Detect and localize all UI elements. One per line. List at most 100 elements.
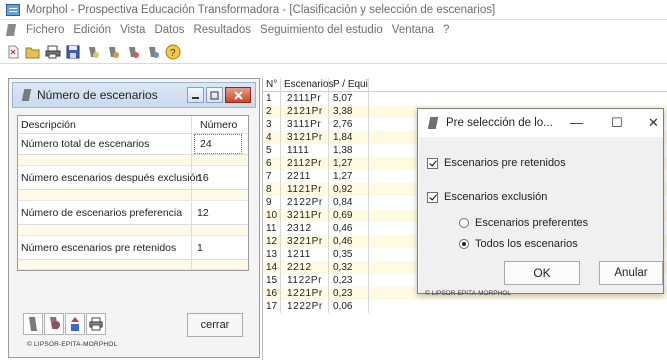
row-number: 6 bbox=[263, 157, 281, 170]
dialog-minimize-button[interactable]: — bbox=[570, 115, 583, 130]
row-number: 2 bbox=[263, 105, 281, 118]
radio-todos[interactable]: Todos los escenarios bbox=[459, 238, 578, 250]
menu-help[interactable]: ? bbox=[443, 24, 449, 36]
row-number: 15 bbox=[263, 274, 281, 287]
row-escenario: 3211Pr bbox=[281, 209, 329, 222]
checkbox-checked-icon[interactable] bbox=[427, 191, 438, 203]
panel-title-bar[interactable]: Número de escenarios bbox=[12, 82, 256, 108]
dialog-title-bar[interactable]: Pre selección de lo... — ☐ ✕ bbox=[418, 109, 663, 137]
table-row[interactable]: 17 1222Pr 0,06 bbox=[263, 300, 667, 313]
row-p-equi: 5,07 bbox=[329, 92, 369, 105]
header-numero: Número bbox=[200, 118, 238, 131]
menu-vista[interactable]: Vista bbox=[120, 24, 145, 36]
row-number: 1 bbox=[263, 92, 281, 105]
copyright-footer: © LIPSOR-EPITA-MORPHOL bbox=[27, 341, 118, 348]
radio-preferentes[interactable]: Escenarios preferentes bbox=[459, 217, 588, 229]
table-row[interactable]: 1 2111Pr 5,07 bbox=[263, 92, 667, 105]
row-number: 12 bbox=[263, 235, 281, 248]
row-number: 5 bbox=[263, 144, 281, 157]
row-p-equi: 0,84 bbox=[329, 196, 369, 209]
row-description: Número escenarios pre retenidos bbox=[18, 236, 192, 259]
help-icon[interactable]: ? bbox=[164, 43, 182, 61]
checkbox-pre-retenidos[interactable]: Escenarios pre retenidos bbox=[427, 157, 566, 169]
row-p-equi: 0,06 bbox=[329, 300, 369, 313]
row-value: 24 bbox=[194, 134, 242, 154]
row-value: 12 bbox=[197, 206, 209, 219]
numero-escenarios-window: Número de escenarios Descripción Número … bbox=[8, 78, 260, 358]
row-escenario: 3221Pr bbox=[281, 235, 329, 248]
toolbar: ? bbox=[0, 40, 667, 64]
row-p-equi: 2,76 bbox=[329, 118, 369, 131]
row-p-equi: 0,46 bbox=[329, 222, 369, 235]
checkbox-label: Escenarios exclusión bbox=[444, 191, 548, 203]
print-tool-icon[interactable] bbox=[86, 313, 106, 335]
anular-button[interactable]: Anular bbox=[599, 261, 663, 285]
menu-edicion[interactable]: Edición bbox=[73, 24, 111, 36]
menu-fichero[interactable]: Fichero bbox=[26, 24, 64, 36]
row-p-equi: 0,46 bbox=[329, 235, 369, 248]
menu-ventana[interactable]: Ventana bbox=[392, 24, 434, 36]
menu-bar: Fichero Edición Vista Datos Resultados S… bbox=[0, 20, 667, 40]
sort-tool-icon[interactable] bbox=[65, 313, 85, 335]
checkbox-label: Escenarios pre retenidos bbox=[444, 157, 566, 169]
table-row[interactable]: Número total de escenarios 24 bbox=[18, 134, 248, 155]
row-escenario: 3111Pr bbox=[281, 118, 329, 131]
row-p-equi: 3,38 bbox=[329, 105, 369, 118]
tool-icon-1[interactable] bbox=[84, 43, 102, 61]
row-number: 16 bbox=[263, 287, 281, 300]
close-icon bbox=[233, 90, 243, 100]
row-escenario: 2121Pr bbox=[281, 105, 329, 118]
maximize-button[interactable] bbox=[206, 87, 223, 103]
header-n[interactable]: N° bbox=[263, 78, 281, 91]
preselection-dialog: Pre selección de lo... — ☐ ✕ Escenarios … bbox=[417, 108, 664, 297]
menu-resultados[interactable]: Resultados bbox=[193, 24, 251, 36]
table-row[interactable]: Número de escenarios preferencia 12 bbox=[18, 201, 248, 225]
print-icon[interactable] bbox=[44, 43, 62, 61]
document-tool-icon[interactable] bbox=[23, 313, 43, 335]
table-row[interactable]: Número escenarios pre retenidos 1 bbox=[18, 236, 248, 260]
checkbox-checked-icon[interactable] bbox=[427, 157, 438, 169]
app-icon bbox=[6, 3, 20, 16]
radio-icon[interactable] bbox=[459, 218, 469, 228]
table-row-spacer bbox=[18, 225, 248, 236]
row-escenario: 1122Pr bbox=[281, 274, 329, 287]
row-escenario: 2211 bbox=[281, 170, 329, 183]
row-description: Número total de escenarios bbox=[18, 134, 192, 154]
minimize-button[interactable] bbox=[187, 87, 204, 103]
radio-selected-icon[interactable] bbox=[459, 239, 469, 249]
radio-label: Todos los escenarios bbox=[475, 238, 578, 250]
row-escenario: 2212 bbox=[281, 261, 329, 274]
row-p-equi: 0,23 bbox=[329, 287, 369, 300]
table-row-spacer bbox=[18, 155, 248, 166]
row-number: 7 bbox=[263, 170, 281, 183]
close-button[interactable] bbox=[225, 87, 251, 103]
row-escenario: 1221Pr bbox=[281, 287, 329, 300]
checkbox-exclusion[interactable]: Escenarios exclusión bbox=[427, 191, 547, 203]
save-icon[interactable] bbox=[64, 43, 82, 61]
document-icon bbox=[426, 116, 440, 130]
document-menu-icon[interactable] bbox=[4, 23, 18, 37]
row-p-equi: 0,35 bbox=[329, 248, 369, 261]
color-tool-icon[interactable] bbox=[44, 313, 64, 335]
tool-icon-4[interactable] bbox=[144, 43, 162, 61]
table-header: Descripción Número bbox=[18, 116, 248, 134]
row-number: 13 bbox=[263, 248, 281, 261]
menu-seguimiento[interactable]: Seguimiento del estudio bbox=[260, 24, 383, 36]
dialog-maximize-button[interactable]: ☐ bbox=[611, 115, 623, 131]
row-p-equi: 1,84 bbox=[329, 131, 369, 144]
header-p-equi[interactable]: P / Equi bbox=[329, 78, 369, 91]
radio-label: Escenarios preferentes bbox=[475, 217, 589, 229]
header-escenarios[interactable]: Escenarios bbox=[281, 78, 333, 91]
table-row[interactable]: Número escenarios después exclusión 16 bbox=[18, 166, 248, 190]
cerrar-button[interactable]: cerrar bbox=[187, 313, 243, 337]
tool-icon-2[interactable] bbox=[104, 43, 122, 61]
table-row-spacer bbox=[18, 190, 248, 201]
menu-datos[interactable]: Datos bbox=[154, 24, 184, 36]
row-number: 17 bbox=[263, 300, 281, 313]
ok-button[interactable]: OK bbox=[504, 261, 580, 285]
new-icon[interactable] bbox=[4, 43, 22, 61]
tool-icon-3[interactable] bbox=[124, 43, 142, 61]
open-icon[interactable] bbox=[24, 43, 42, 61]
row-description: Número escenarios después exclusión bbox=[18, 166, 201, 189]
dialog-close-button[interactable]: ✕ bbox=[648, 115, 659, 131]
